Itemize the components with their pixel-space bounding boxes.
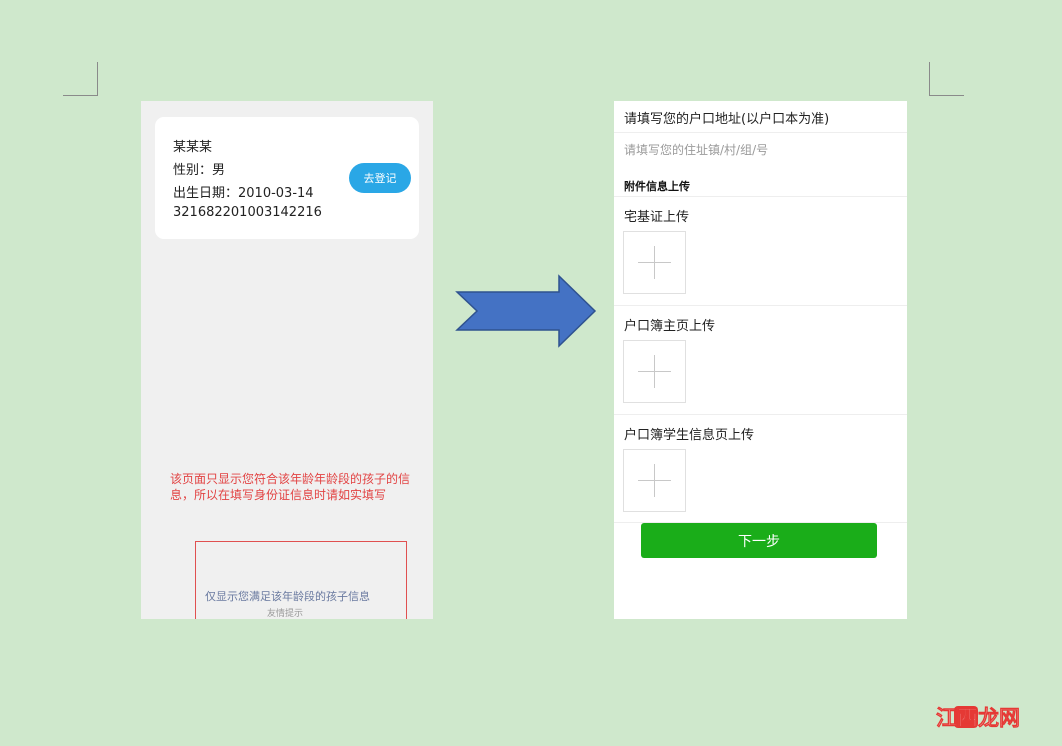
child-id-number: 321682201003142216 <box>173 205 322 220</box>
crop-mark-left-horizontal <box>63 95 98 96</box>
divider <box>614 132 907 133</box>
crop-mark-right-horizontal <box>929 95 964 96</box>
attachment-title: 附件信息上传 <box>624 180 690 193</box>
child-birth-date: 出生日期：2010-03-14 <box>173 186 314 201</box>
plus-icon <box>654 464 655 497</box>
upload-label-household-main: 户口簿主页上传 <box>624 319 716 334</box>
divider <box>614 414 907 415</box>
plus-icon <box>654 355 655 388</box>
child-gender: 性别：男 <box>173 163 226 178</box>
upload-label-homestead: 宅基证上传 <box>624 210 690 225</box>
left-phone-screen: 某某某 性别：男 出生日期：2010-03-14 321682201003142… <box>141 101 433 619</box>
right-arrow-icon <box>455 274 597 348</box>
next-step-button[interactable]: 下一步 <box>641 523 877 558</box>
notice-text: 该页面只显示您符合该年龄年龄段的孩子的信息，所以在填写身份证信息时请如实填写 <box>170 472 411 502</box>
watermark-text: 江西龙网 <box>936 706 1020 730</box>
address-label: 请填写您的户口地址(以户口本为准) <box>624 112 830 127</box>
upload-homestead-button[interactable] <box>623 231 686 294</box>
divider <box>614 196 907 197</box>
crop-mark-left-vertical <box>97 62 98 95</box>
site-watermark-logo: 江西龙网 <box>936 706 1021 731</box>
tip-title: 友情提示 <box>267 609 304 619</box>
plus-icon <box>654 246 655 279</box>
upload-household-main-button[interactable] <box>623 340 686 403</box>
crop-mark-right-vertical <box>929 62 930 95</box>
child-name: 某某某 <box>173 140 213 155</box>
upload-label-household-student: 户口簿学生信息页上传 <box>624 428 755 443</box>
register-button[interactable]: 去登记 <box>349 163 411 193</box>
right-phone-screen: 请填写您的户口地址(以户口本为准) 附件信息上传 宅基证上传 户口簿主页上传 户… <box>614 101 907 619</box>
child-info-card: 某某某 性别：男 出生日期：2010-03-14 321682201003142… <box>155 117 419 239</box>
address-input[interactable] <box>624 141 894 159</box>
tip-message: 仅显示您满足该年龄段的孩子信息 <box>205 590 370 603</box>
divider <box>614 305 907 306</box>
upload-household-student-button[interactable] <box>623 449 686 512</box>
